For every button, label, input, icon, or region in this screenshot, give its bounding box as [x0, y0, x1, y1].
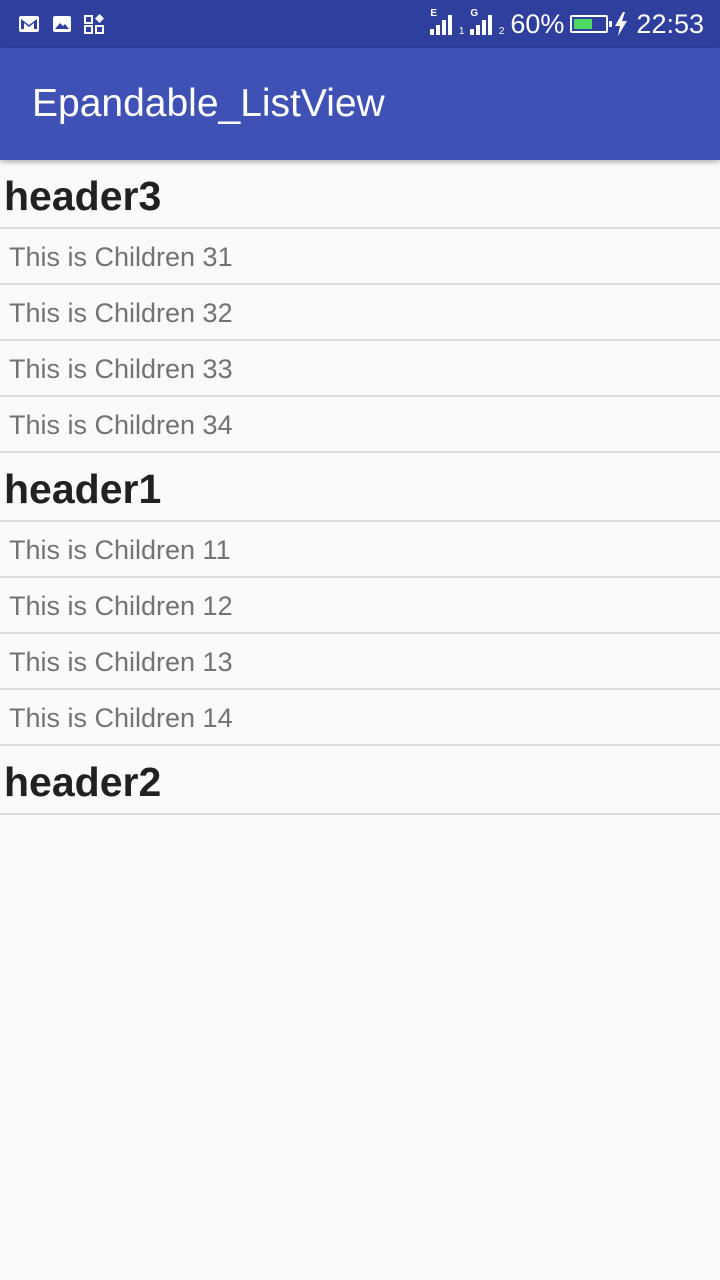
child-item-label: This is Children 33	[9, 354, 233, 384]
child-item-13[interactable]: This is Children 13	[0, 634, 720, 690]
child-item-label: This is Children 13	[9, 647, 233, 677]
status-bar: E 1 G 2 60% 22:53	[0, 0, 720, 48]
apps-icon	[84, 14, 104, 34]
expandable-list[interactable]: header3 This is Children 31 This is Chil…	[0, 160, 720, 815]
clock: 22:53	[636, 9, 704, 39]
child-item-11[interactable]: This is Children 11	[0, 522, 720, 578]
sim1-signal-icon: E 1	[430, 8, 465, 37]
child-item-label: This is Children 34	[9, 410, 233, 440]
charging-bolt-icon	[615, 12, 628, 36]
gallery-icon	[53, 16, 71, 32]
notification-icons	[18, 12, 106, 36]
status-indicators: E 1 G 2 60% 22:53	[430, 0, 704, 48]
child-item-33[interactable]: This is Children 33	[0, 341, 720, 397]
child-item-label: This is Children 12	[9, 591, 233, 621]
child-item-label: This is Children 31	[9, 242, 233, 272]
battery-icon	[570, 15, 613, 33]
child-item-label: This is Children 32	[9, 298, 233, 328]
battery-percent: 60%	[510, 9, 565, 39]
sim2-signal-icon: G 2	[470, 8, 505, 37]
child-item-label: This is Children 11	[9, 535, 231, 565]
child-item-14[interactable]: This is Children 14	[0, 690, 720, 746]
group-header-label: header3	[4, 173, 162, 219]
child-item-31[interactable]: This is Children 31	[0, 229, 720, 285]
group-header-2[interactable]: header2	[0, 746, 720, 815]
group-header-3[interactable]: header3	[0, 160, 720, 229]
app-bar: Epandable_ListView	[0, 48, 720, 160]
child-item-32[interactable]: This is Children 32	[0, 285, 720, 341]
child-item-label: This is Children 14	[9, 703, 233, 733]
group-header-label: header1	[4, 466, 162, 512]
group-header-1[interactable]: header1	[0, 453, 720, 522]
gmail-icon	[19, 16, 39, 32]
child-item-34[interactable]: This is Children 34	[0, 397, 720, 453]
group-header-label: header2	[4, 759, 162, 805]
app-title: Epandable_ListView	[32, 82, 385, 125]
child-item-12[interactable]: This is Children 12	[0, 578, 720, 634]
